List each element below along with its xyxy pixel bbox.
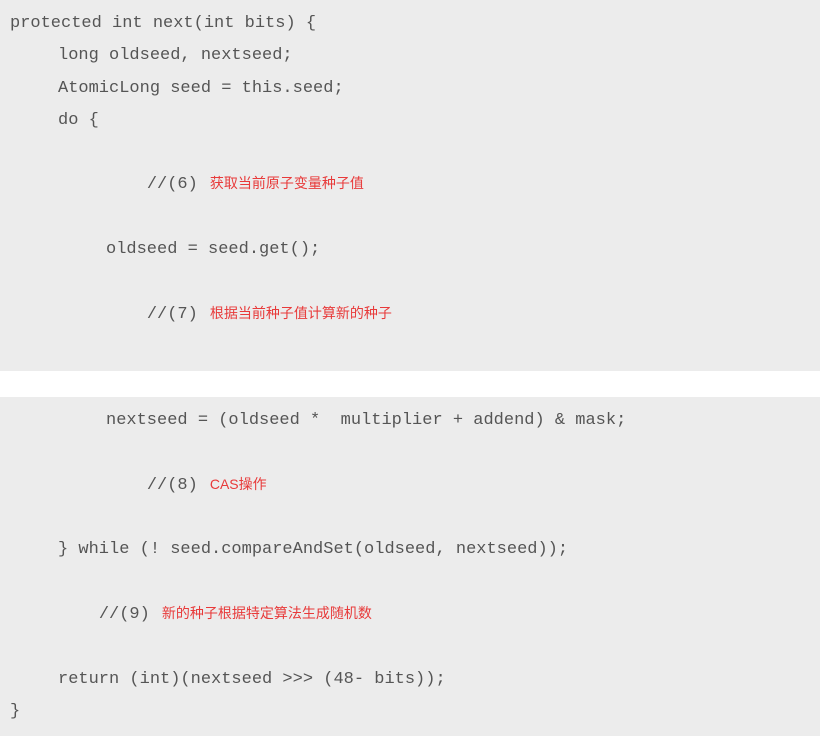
code-line: } — [10, 696, 810, 728]
code-block-lower: nextseed = (oldseed * multiplier + adden… — [0, 397, 820, 736]
code-block-upper: protected int next(int bits) { long olds… — [0, 0, 820, 371]
code-line: oldseed = seed.get(); — [10, 234, 810, 266]
code-line-with-annotation: //(8)CAS操作 — [10, 438, 810, 535]
code-line-with-annotation: //(6)获取当前原子变量种子值 — [10, 137, 810, 234]
code-comment: //(7) — [147, 305, 198, 324]
code-line: } while (! seed.compareAndSet(oldseed, n… — [10, 534, 810, 566]
annotation-text: 新的种子根据特定算法生成随机数 — [150, 605, 372, 621]
code-comment: //(8) — [147, 476, 198, 495]
annotation-text: 获取当前原子变量种子值 — [198, 175, 364, 191]
code-line-with-annotation: //(7)根据当前种子值计算新的种子 — [10, 266, 810, 363]
code-line: nextseed = (oldseed * multiplier + adden… — [10, 405, 810, 437]
annotation-text: CAS操作 — [198, 476, 267, 492]
code-line: return (int)(nextseed >>> (48- bits)); — [10, 664, 810, 696]
block-separator — [0, 371, 820, 397]
annotation-text: 根据当前种子值计算新的种子 — [198, 305, 392, 321]
code-comment: //(6) — [147, 175, 198, 194]
code-line: AtomicLong seed = this.seed; — [10, 73, 810, 105]
code-line: do { — [10, 105, 810, 137]
code-comment: //(9) — [99, 605, 150, 624]
code-line-with-annotation: //(9)新的种子根据特定算法生成随机数 — [10, 567, 810, 664]
code-line: long oldseed, nextseed; — [10, 40, 810, 72]
code-line: protected int next(int bits) { — [10, 8, 810, 40]
